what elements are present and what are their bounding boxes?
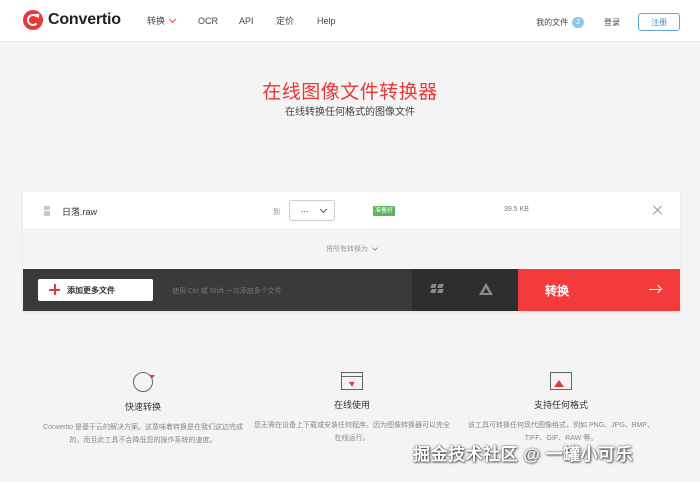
- feature-desc: Convertio 是基于云的解决方案。这意味着转换是在我们这边完成的，而且此工…: [43, 424, 243, 444]
- format-value: ...: [301, 204, 309, 214]
- nav-convert-label: 转换: [147, 16, 166, 26]
- remove-file-icon[interactable]: [652, 204, 664, 216]
- files-count-badge: 2: [572, 17, 584, 28]
- logo-text: Convertio: [48, 11, 121, 28]
- watermark: 掘金技术社区 @ 一罐小可乐: [413, 445, 634, 464]
- file-panel: 日落.raw 到 ... 准备好 39.5 KB 将所有转换为 添加更多文件 使…: [23, 192, 680, 311]
- file-row: 日落.raw 到 ... 准备好 39.5 KB: [23, 192, 680, 230]
- browser-cursor-icon: [341, 372, 363, 390]
- feature-title: 支持任何格式: [533, 400, 588, 410]
- feature-any-format: 支持任何格式 该工具可转换任何现代图像格式，例如 PNG、JPG、BMP、TIF…: [461, 372, 661, 445]
- feature-online-use: 在线使用 您无需在设备上下载或安装任何程序。因为图像转换器可以完全在线运行。: [252, 372, 452, 445]
- nav-pricing[interactable]: 定价: [276, 14, 317, 27]
- nav-api[interactable]: API: [239, 14, 276, 27]
- file-size: 39.5 KB: [504, 206, 529, 213]
- my-files-label: 我的文件: [536, 18, 569, 27]
- action-bar: 添加更多文件 使用 Ctrl 或 Shift 一次添加多个文件 转换: [23, 269, 680, 311]
- status-badge: 准备好: [373, 206, 396, 216]
- main-nav: 转换 OCR API 定价 Help: [147, 14, 336, 27]
- dropbox-icon[interactable]: [430, 284, 444, 295]
- feature-title: 快速转换: [124, 402, 161, 412]
- to-label: 到: [273, 209, 280, 216]
- page-subtitle: 在线转换任何格式的图像文件: [285, 107, 415, 118]
- signup-button[interactable]: 注册: [638, 13, 680, 31]
- nav-ocr-label: OCR: [198, 15, 218, 26]
- google-drive-icon[interactable]: [479, 283, 493, 295]
- add-more-files-label: 添加更多文件: [67, 286, 115, 295]
- nav-convert[interactable]: 转换: [147, 14, 198, 27]
- convert-all-toggle[interactable]: 将所有转换为: [23, 244, 680, 254]
- nav-api-label: API: [239, 15, 254, 26]
- plus-icon: [49, 284, 60, 295]
- convertio-logo-icon: [23, 10, 43, 30]
- file-icon: [43, 206, 51, 216]
- convert-all-row: 将所有转换为: [23, 230, 680, 268]
- arrow-right-icon: [649, 285, 661, 295]
- multi-select-hint: 使用 Ctrl 或 Shift 一次添加多个文件: [172, 288, 282, 295]
- top-header: Convertio 转换 OCR API 定价 Help 我的文件 2 登录 注…: [0, 0, 700, 42]
- convert-button-label: 转换: [545, 284, 570, 298]
- convert-button[interactable]: 转换: [518, 269, 680, 311]
- add-more-files-button[interactable]: 添加更多文件: [38, 279, 153, 301]
- chevron-down-icon: [319, 205, 328, 214]
- my-files-link[interactable]: 我的文件 2: [536, 17, 584, 28]
- cloud-sources: [412, 269, 518, 311]
- logo[interactable]: Convertio: [23, 10, 121, 30]
- convert-all-label: 将所有转换为: [326, 246, 368, 253]
- image-icon: [550, 372, 572, 390]
- nav-help-label: Help: [317, 15, 336, 26]
- login-link[interactable]: 登录: [604, 17, 620, 28]
- account-nav: 我的文件 2 登录 注册: [536, 13, 680, 31]
- nav-help[interactable]: Help: [317, 14, 336, 27]
- format-select[interactable]: ...: [289, 200, 335, 221]
- page-title: 在线图像文件转换器: [262, 82, 438, 103]
- sync-icon: [133, 372, 155, 392]
- feature-fast-convert: 快速转换 Convertio 是基于云的解决方案。这意味着转换是在我们这边完成的…: [43, 372, 243, 447]
- nav-pricing-label: 定价: [276, 16, 295, 26]
- file-name: 日落.raw: [62, 207, 98, 217]
- nav-ocr[interactable]: OCR: [198, 14, 239, 27]
- chevron-down-icon: [168, 15, 177, 23]
- chevron-down-icon: [372, 245, 378, 251]
- feature-title: 在线使用: [333, 400, 370, 410]
